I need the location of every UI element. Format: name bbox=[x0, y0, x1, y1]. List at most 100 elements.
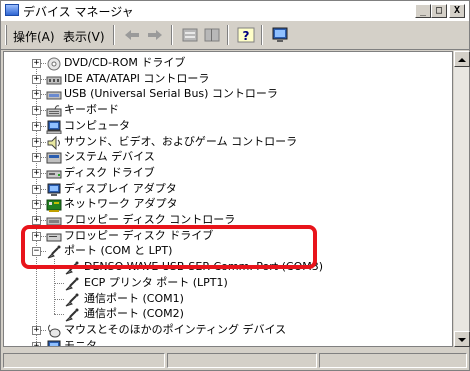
close-button[interactable]: X bbox=[449, 4, 465, 18]
status-bar bbox=[1, 350, 469, 370]
tree-child-item[interactable]: 通信ポート (COM2) bbox=[4, 306, 444, 322]
title-bar: デバイス マネージャ _ □ X bbox=[1, 1, 469, 21]
toolbar-separator bbox=[171, 25, 173, 45]
menu-action[interactable]: 操作(A) bbox=[13, 28, 55, 45]
highlight-box bbox=[21, 225, 317, 269]
monitor-icon bbox=[46, 339, 62, 346]
display-icon bbox=[46, 182, 62, 196]
system-icon bbox=[46, 150, 62, 164]
port-icon bbox=[64, 307, 80, 322]
tree-item-label: ディスク ドライブ bbox=[64, 165, 155, 179]
expand-toggle[interactable]: + bbox=[32, 341, 41, 346]
tree-item-label: モニタ bbox=[64, 338, 97, 347]
tree-child-label: ECP プリンタ ポート (LPT1) bbox=[84, 275, 228, 289]
sound-icon bbox=[46, 135, 62, 150]
tree-item[interactable]: + ネットワーク アダプタ bbox=[4, 196, 444, 213]
tree-item[interactable]: + コンピュータ bbox=[4, 118, 444, 135]
menu-view[interactable]: 表示(V) bbox=[63, 28, 105, 45]
tree-child-item[interactable]: 通信ポート (COM1) bbox=[4, 291, 444, 307]
scan-hardware-button[interactable] bbox=[269, 25, 291, 45]
expand-toggle[interactable]: + bbox=[32, 59, 41, 68]
vertical-scrollbar[interactable] bbox=[453, 51, 470, 347]
tree-child-label: 通信ポート (COM2) bbox=[84, 307, 184, 321]
device-manager-icon bbox=[5, 4, 19, 16]
scroll-up-button[interactable] bbox=[454, 51, 470, 67]
status-panel-1 bbox=[3, 353, 165, 368]
details-button[interactable] bbox=[201, 25, 223, 45]
device-manager-window: デバイス マネージャ _ □ X 操作(A) 表示(V) ? + DVD/CD-… bbox=[0, 0, 470, 371]
maximize-button[interactable]: □ bbox=[431, 4, 447, 18]
tree-item[interactable]: + サウンド、ビデオ、およびゲーム コントローラ bbox=[4, 134, 444, 150]
mouse-icon bbox=[46, 323, 62, 338]
properties-button[interactable] bbox=[179, 25, 201, 45]
tree-child-label: 通信ポート (COM1) bbox=[84, 291, 184, 305]
port-icon bbox=[64, 276, 80, 291]
computer-icon bbox=[46, 119, 62, 135]
tree-child-item[interactable]: ECP プリンタ ポート (LPT1) bbox=[4, 275, 444, 291]
expand-toggle[interactable]: + bbox=[32, 137, 41, 147]
tree-line bbox=[54, 298, 64, 300]
tree-item[interactable]: + システム デバイス bbox=[4, 149, 444, 165]
toolbar-separator bbox=[227, 25, 229, 45]
details-icon bbox=[204, 28, 220, 42]
toolbar-separator bbox=[113, 25, 115, 45]
chevron-up-icon bbox=[458, 58, 466, 62]
tree-item-label: コンピュータ bbox=[64, 118, 130, 132]
expand-toggle[interactable]: + bbox=[32, 184, 41, 194]
tree-item-label: DVD/CD-ROM ドライブ bbox=[64, 56, 186, 69]
back-button[interactable] bbox=[121, 25, 143, 45]
tree-line bbox=[54, 282, 64, 284]
status-panel-3 bbox=[319, 353, 467, 368]
tree-item-label: マウスとそのほかのポインティング デバイス bbox=[64, 322, 287, 336]
forward-button[interactable] bbox=[144, 25, 166, 45]
help-button[interactable]: ? bbox=[235, 25, 257, 45]
grip bbox=[5, 25, 7, 45]
minimize-button[interactable]: _ bbox=[415, 4, 431, 18]
window-title: デバイス マネージャ bbox=[23, 5, 134, 19]
svg-text:?: ? bbox=[243, 29, 250, 43]
tree-item-label: USB (Universal Serial Bus) コントローラ bbox=[64, 87, 278, 101]
forward-arrow-icon bbox=[148, 30, 162, 40]
tree-item[interactable]: + マウスとそのほかのポインティング デバイス bbox=[4, 322, 444, 338]
expand-toggle[interactable]: + bbox=[32, 325, 41, 335]
cdrom-icon bbox=[46, 56, 62, 71]
device-tree: + DVD/CD-ROM ドライブ + IDE ATA/ATAPI コントローラ + US… bbox=[3, 51, 453, 347]
toolbar-separator bbox=[261, 25, 263, 45]
network-icon bbox=[46, 197, 62, 213]
ide-controller-icon bbox=[46, 72, 62, 86]
port-icon bbox=[64, 292, 80, 306]
tree-item[interactable]: + ディスク ドライブ bbox=[4, 165, 444, 181]
tree-item-label: システム デバイス bbox=[64, 150, 155, 164]
expand-toggle[interactable]: + bbox=[32, 90, 41, 100]
tree-item[interactable]: + キーボード bbox=[4, 102, 444, 118]
monitor-icon bbox=[272, 27, 288, 42]
expand-toggle[interactable]: + bbox=[32, 216, 41, 225]
expand-toggle[interactable]: + bbox=[32, 121, 41, 131]
chevron-down-icon bbox=[458, 338, 466, 342]
menu-toolbar: 操作(A) 表示(V) ? bbox=[1, 21, 469, 50]
tree-item[interactable]: + DVD/CD-ROM ドライブ bbox=[4, 55, 444, 71]
properties-icon bbox=[182, 28, 198, 42]
expand-toggle[interactable]: + bbox=[32, 200, 41, 210]
keyboard-icon bbox=[46, 103, 62, 117]
tree-item-label: ディスプレイ アダプタ bbox=[64, 181, 177, 195]
expand-toggle[interactable]: + bbox=[32, 168, 41, 178]
usb-icon bbox=[46, 87, 62, 101]
tree-item[interactable]: + USB (Universal Serial Bus) コントローラ bbox=[4, 86, 444, 102]
tree-item-label: サウンド、ビデオ、およびゲーム コントローラ bbox=[64, 134, 298, 148]
tree-item-label: ネットワーク アダプタ bbox=[64, 197, 178, 211]
tree-line bbox=[54, 314, 64, 316]
expand-toggle[interactable]: + bbox=[32, 106, 41, 116]
expand-toggle[interactable]: + bbox=[32, 153, 41, 163]
scroll-down-button[interactable] bbox=[454, 331, 470, 347]
back-arrow-icon bbox=[125, 30, 139, 40]
tree-item[interactable]: + モニタ bbox=[4, 338, 444, 347]
tree-item[interactable]: + IDE ATA/ATAPI コントローラ bbox=[4, 71, 444, 87]
disk-icon bbox=[46, 166, 62, 180]
expand-toggle[interactable]: + bbox=[32, 74, 41, 84]
tree-item[interactable]: + ディスプレイ アダプタ bbox=[4, 181, 444, 197]
status-panel-2 bbox=[167, 353, 317, 368]
help-icon: ? bbox=[237, 27, 255, 43]
tree-item-label: キーボード bbox=[64, 103, 119, 117]
tree-item-label: IDE ATA/ATAPI コントローラ bbox=[64, 71, 210, 85]
